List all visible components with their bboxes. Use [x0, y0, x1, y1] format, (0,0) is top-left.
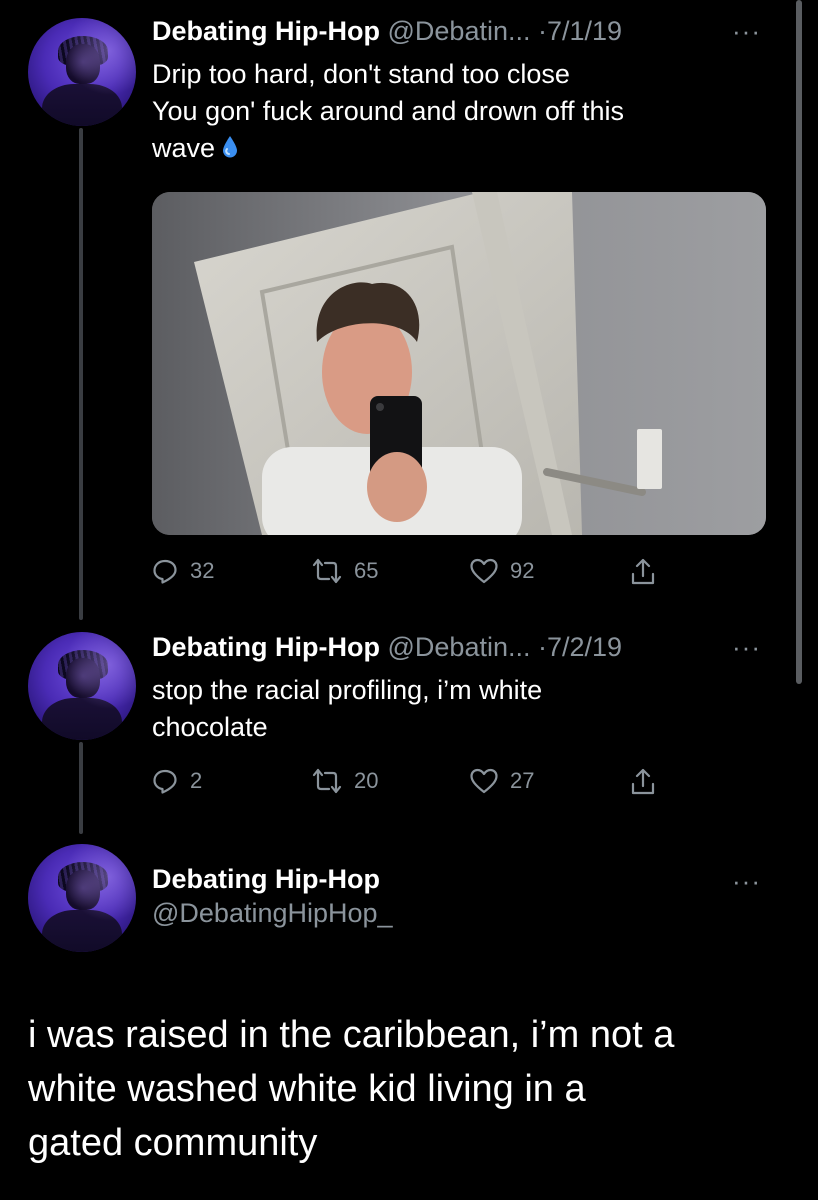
share-icon — [631, 768, 655, 795]
main-tweet-text: i was raised in the caribbean, i’m not a… — [28, 1008, 798, 1170]
reply-count: 32 — [190, 558, 215, 583]
retweet-button[interactable]: 20 — [312, 768, 378, 794]
thread-line — [79, 128, 83, 620]
share-button[interactable] — [630, 558, 668, 586]
tweet-header: Debating Hip-Hop @Debatin... ·7/1/19 — [152, 14, 622, 48]
author-name[interactable]: Debating Hip-Hop — [152, 864, 380, 895]
selfie-photo — [152, 192, 766, 535]
like-button[interactable]: 27 — [470, 768, 534, 794]
tweet-text-line: stop the racial profiling, i’m white — [152, 675, 543, 705]
avatar[interactable] — [28, 844, 136, 952]
retweet-icon — [312, 558, 342, 584]
avatar[interactable] — [28, 632, 136, 740]
author-handle[interactable]: @Debatin... — [388, 16, 531, 46]
tweet-header: Debating Hip-Hop @Debatin... ·7/2/19 — [152, 630, 622, 664]
reply-icon — [153, 769, 177, 794]
reply-count: 2 — [190, 768, 203, 793]
thread-line — [79, 742, 83, 834]
tweet-text-line: i was raised in the caribbean, i’m not a — [28, 1014, 675, 1056]
heart-icon — [470, 558, 498, 584]
scrollbar[interactable] — [796, 0, 802, 684]
tweet-text-line: You gon' fuck around and drown off this — [152, 96, 624, 126]
author-name[interactable]: Debating Hip-Hop — [152, 632, 380, 662]
like-button[interactable]: 92 — [470, 558, 534, 584]
author-name[interactable]: Debating Hip-Hop — [152, 16, 380, 46]
tweet-text-line: chocolate — [152, 712, 268, 742]
tweet-date[interactable]: ·7/1/19 — [538, 16, 622, 46]
share-icon — [631, 558, 655, 585]
avatar[interactable] — [28, 18, 136, 126]
retweet-icon — [312, 768, 342, 794]
like-count: 92 — [510, 558, 535, 583]
share-button[interactable] — [630, 768, 668, 796]
retweet-count: 65 — [354, 558, 379, 583]
droplet-icon — [223, 136, 238, 158]
tweet-text-line: Drip too hard, don't stand too close — [152, 59, 570, 89]
more-icon[interactable]: ··· — [732, 632, 761, 663]
like-count: 27 — [510, 768, 535, 793]
heart-icon — [470, 768, 498, 794]
tweet-actions: 2 20 27 — [152, 768, 672, 798]
retweet-count: 20 — [354, 768, 379, 793]
tweet-text-line-wrap: wave — [152, 130, 772, 167]
author-handle[interactable]: @Debatin... — [388, 632, 531, 662]
more-icon[interactable]: ··· — [732, 16, 761, 47]
tweet-actions: 32 65 92 — [152, 558, 672, 588]
tweet-text: stop the racial profiling, i’m white cho… — [152, 672, 772, 746]
author-handle[interactable]: @DebatingHipHop_ — [152, 898, 393, 929]
tweet-text: Drip too hard, don't stand too close You… — [152, 56, 772, 167]
reply-button[interactable]: 32 — [152, 558, 214, 584]
tweet-media-image[interactable] — [152, 192, 766, 535]
reply-button[interactable]: 2 — [152, 768, 202, 794]
tweet-text-line: gated community — [28, 1122, 318, 1164]
tweet-date[interactable]: ·7/2/19 — [538, 632, 622, 662]
reply-icon — [153, 559, 177, 584]
retweet-button[interactable]: 65 — [312, 558, 378, 584]
tweet-text-line: white washed white kid living in a — [28, 1068, 586, 1110]
more-icon[interactable]: ··· — [732, 866, 761, 897]
tweet-text-line: wave — [152, 133, 216, 163]
